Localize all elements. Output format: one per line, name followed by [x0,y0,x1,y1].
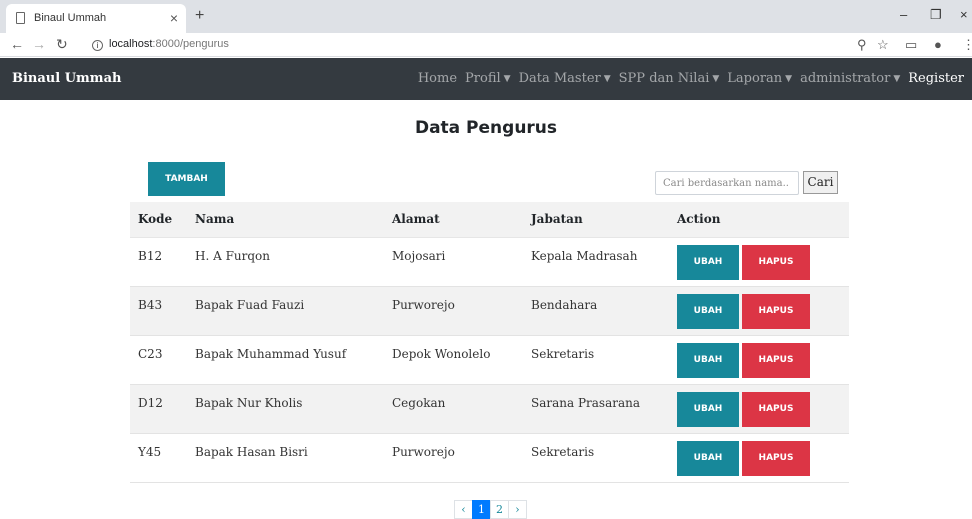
forward-arrow-icon[interactable]: → [32,36,46,52]
pagination-prev[interactable]: ‹ [454,500,473,519]
page-title: Data Pengurus [414,118,558,138]
close-window-icon[interactable]: × [960,7,968,22]
cell-action: UBAH HAPUS [669,237,849,287]
nav-item-register[interactable]: Register [908,71,964,86]
profile-icon[interactable]: ● [934,37,942,52]
bookmark-star-icon[interactable]: ☆ [877,37,889,53]
cell-nama: Bapak Nur Kholis [187,384,384,434]
nav-item-laporan[interactable]: Laporan ▼ [727,71,792,86]
table-row: C23 Bapak Muhammad Yusuf Depok Wonolelo … [130,335,849,385]
cell-jabatan: Sarana Prasarana [523,384,669,434]
nav-item-administrator[interactable]: administrator ▼ [800,71,900,86]
delete-button[interactable]: HAPUS [742,293,810,329]
cell-jabatan: Sekretaris [523,335,669,385]
delete-button[interactable]: HAPUS [742,391,810,427]
cell-jabatan: Kepala Madrasah [523,237,669,287]
edit-button[interactable]: UBAH [677,293,739,329]
reload-icon[interactable]: ↻ [56,36,68,53]
pagination: ‹ 1 2 › [454,500,527,519]
url-host: localhost [109,38,153,50]
cell-kode: D12 [130,384,187,434]
cell-alamat: Depok Wonolelo [384,335,523,385]
search-input[interactable] [655,171,799,195]
cell-kode: C23 [130,335,187,385]
url-path: :8000/pengurus [152,38,229,50]
cell-kode: B43 [130,286,187,336]
site-navbar: Binaul Ummah Home Profil ▼ Data Master ▼ S… [0,58,972,100]
page-icon [16,12,25,24]
restore-icon[interactable]: ❐ [930,7,942,23]
browser-tabbar: Binaul Ummah × + – ❐ × [0,0,972,33]
cell-action: UBAH HAPUS [669,286,849,336]
cell-jabatan: Sekretaris [523,433,669,483]
cell-nama: H. A Furqon [187,237,384,287]
nav-item-data-master[interactable]: Data Master ▼ [519,71,611,86]
cell-alamat: Purworejo [384,433,523,483]
add-button[interactable]: TAMBAH [148,162,225,196]
pengurus-table: Kode Nama Alamat Jabatan Action B12 H. A… [130,202,849,483]
extension-icon[interactable]: ▭ [905,37,917,53]
new-tab-button[interactable]: + [195,7,204,25]
nav-item-spp-nilai[interactable]: SPP dan Nilai ▼ [619,71,720,86]
search-button[interactable]: Cari [803,171,838,194]
edit-button[interactable]: UBAH [677,244,739,280]
cell-action: UBAH HAPUS [669,335,849,385]
delete-button[interactable]: HAPUS [742,342,810,378]
caret-down-icon: ▼ [603,74,611,84]
header-alamat: Alamat [384,202,523,238]
header-nama: Nama [187,202,384,238]
nav-item-profil[interactable]: Profil ▼ [465,71,511,86]
cell-nama: Bapak Fuad Fauzi [187,286,384,336]
cell-action: UBAH HAPUS [669,433,849,483]
table-row: B43 Bapak Fuad Fauzi Purworejo Bendahara… [130,286,849,336]
pagination-page-2[interactable]: 2 [490,500,509,519]
cell-kode: Y45 [130,433,187,483]
nav-item-home[interactable]: Home [418,71,457,86]
cell-nama: Bapak Hasan Bisri [187,433,384,483]
table-header-row: Kode Nama Alamat Jabatan Action [130,202,849,238]
pagination-next[interactable]: › [508,500,527,519]
info-icon[interactable]: i [92,40,103,51]
menu-dots-icon[interactable]: ⋮ [962,37,972,53]
cell-nama: Bapak Muhammad Yusuf [187,335,384,385]
cell-action: UBAH HAPUS [669,384,849,434]
browser-tab[interactable]: Binaul Ummah × [6,4,186,33]
header-action: Action [669,202,849,238]
cell-alamat: Mojosari [384,237,523,287]
tab-close-icon[interactable]: × [170,10,178,26]
back-arrow-icon[interactable]: ← [10,36,24,52]
delete-button[interactable]: HAPUS [742,440,810,476]
nav-menu: Home Profil ▼ Data Master ▼ SPP dan Nilai ▼… [418,71,964,86]
browser-addressbar: ← → ↻ i localhost:8000/pengurus ⚲ ☆ ▭ ● ⋮ [0,33,972,57]
brand-logo[interactable]: Binaul Ummah [12,71,121,86]
table-row: B12 H. A Furqon Mojosari Kepala Madrasah… [130,237,849,287]
delete-button[interactable]: HAPUS [742,244,810,280]
table-row: D12 Bapak Nur Kholis Cegokan Sarana Pras… [130,384,849,434]
url-field[interactable]: i localhost:8000/pengurus [92,38,229,51]
header-kode: Kode [130,202,187,238]
cell-jabatan: Bendahara [523,286,669,336]
minimize-icon[interactable]: – [900,7,907,22]
edit-button[interactable]: UBAH [677,391,739,427]
cell-kode: B12 [130,237,187,287]
cell-alamat: Cegokan [384,384,523,434]
caret-down-icon: ▼ [712,74,720,84]
pagination-page-1[interactable]: 1 [472,500,491,519]
caret-down-icon: ▼ [503,74,511,84]
zoom-icon[interactable]: ⚲ [857,37,867,53]
caret-down-icon: ▼ [785,74,793,84]
table-row: Y45 Bapak Hasan Bisri Purworejo Sekretar… [130,433,849,483]
header-jabatan: Jabatan [523,202,669,238]
edit-button[interactable]: UBAH [677,440,739,476]
cell-alamat: Purworejo [384,286,523,336]
caret-down-icon: ▼ [893,74,901,84]
tab-title: Binaul Ummah [34,12,107,24]
edit-button[interactable]: UBAH [677,342,739,378]
